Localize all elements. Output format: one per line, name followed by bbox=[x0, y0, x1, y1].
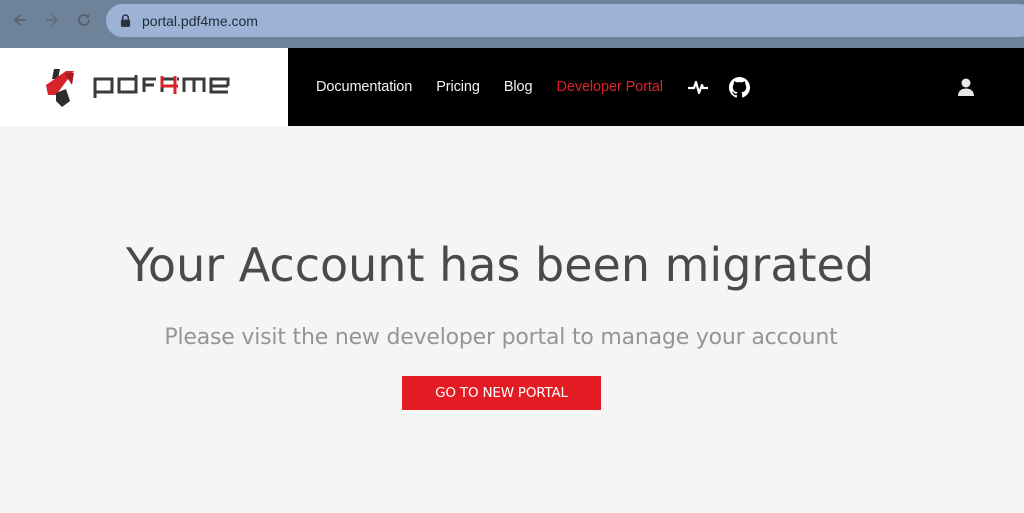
arrow-left-icon bbox=[13, 14, 26, 26]
forward-button[interactable] bbox=[41, 9, 63, 31]
nav-link-documentation[interactable]: Documentation bbox=[316, 79, 412, 95]
nav-link-blog[interactable]: Blog bbox=[504, 79, 533, 95]
reload-button[interactable] bbox=[73, 9, 95, 31]
site-header: Documentation Pricing Blog Developer Por… bbox=[0, 48, 1024, 126]
arrow-right-icon bbox=[46, 14, 59, 26]
page-title: Your Account has been migrated bbox=[125, 238, 875, 292]
github-icon[interactable] bbox=[729, 76, 751, 98]
user-icon[interactable] bbox=[955, 76, 977, 98]
pulse-icon[interactable] bbox=[687, 78, 709, 96]
address-bar[interactable]: portal.pdf4me.com bbox=[106, 4, 1024, 37]
page-subtitle: Please visit the new developer portal to… bbox=[164, 325, 838, 350]
back-button[interactable] bbox=[9, 9, 31, 31]
pdf4me-logo-text-icon bbox=[93, 75, 230, 98]
main-content: Your Account has been migrated Please vi… bbox=[0, 126, 1024, 513]
nav-link-pricing[interactable]: Pricing bbox=[436, 79, 480, 95]
go-to-new-portal-button[interactable]: GO TO NEW PORTAL bbox=[402, 376, 601, 410]
logo-link[interactable] bbox=[0, 48, 288, 126]
nav-link-developer-portal[interactable]: Developer Portal bbox=[556, 79, 663, 95]
browser-toolbar: portal.pdf4me.com bbox=[0, 0, 1024, 48]
main-nav: Documentation Pricing Blog Developer Por… bbox=[316, 48, 751, 126]
reload-icon bbox=[78, 14, 90, 26]
url-text: portal.pdf4me.com bbox=[142, 12, 258, 29]
lock-icon bbox=[120, 14, 132, 28]
pdf4me-logo-mark-icon bbox=[46, 69, 74, 107]
